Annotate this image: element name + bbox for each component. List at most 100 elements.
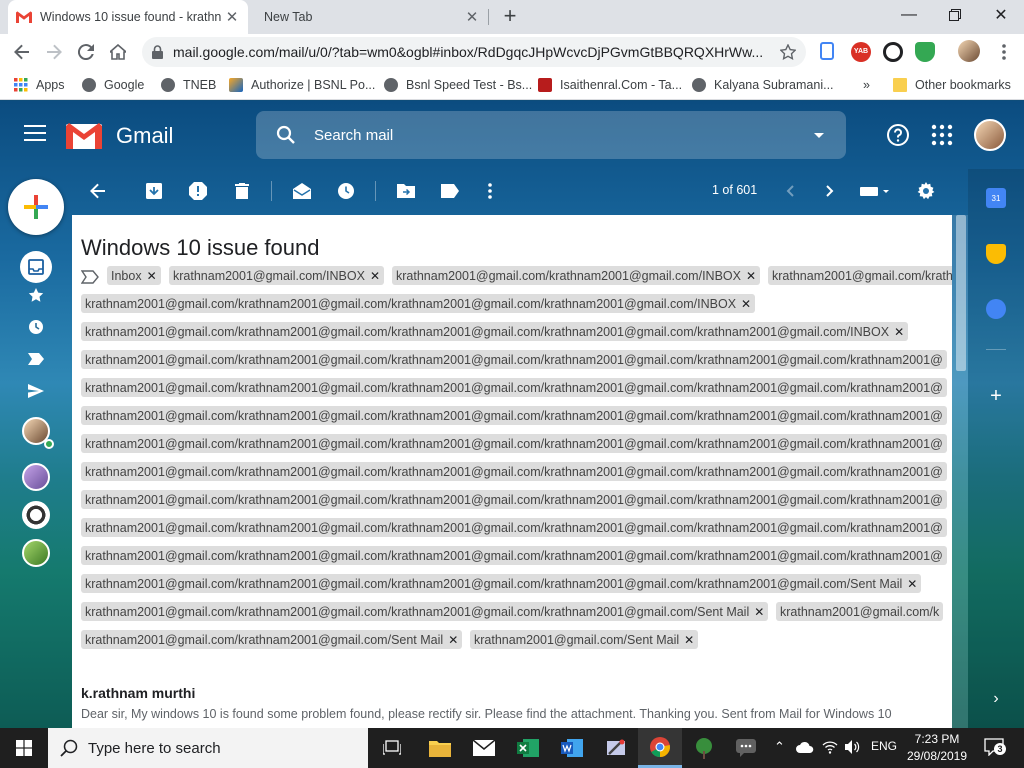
google-apps-icon[interactable] <box>930 123 954 147</box>
action-center-button[interactable]: 3 <box>984 738 1006 757</box>
rail-inbox[interactable] <box>20 251 52 283</box>
snooze-icon[interactable] <box>336 181 356 201</box>
chat-app-icon[interactable] <box>724 728 768 768</box>
gmail-logo-icon[interactable] <box>66 122 102 149</box>
task-view-icon[interactable] <box>370 728 414 768</box>
wifi-icon[interactable] <box>822 740 838 754</box>
label-chip[interactable]: krathnam2001@gmail.com/krathnam2001@gmai… <box>81 322 909 341</box>
other-bookmarks-folder[interactable]: Other bookmarks <box>893 76 1011 94</box>
tab-new-tab[interactable]: New Tab ✕ <box>248 0 488 34</box>
bookmark-google[interactable]: Google <box>82 76 144 94</box>
file-explorer-icon[interactable] <box>418 728 462 768</box>
remove-label-icon[interactable]: ✕ <box>684 633 694 647</box>
rail-sent[interactable] <box>24 379 48 403</box>
rail-snoozed[interactable] <box>24 315 48 339</box>
newer-chevron-left-icon[interactable] <box>780 181 800 201</box>
label-chip[interactable]: krathnam2001@gmail.com/krathnam2001@gmai… <box>81 406 947 425</box>
bookmark-bsnl-speed-test[interactable]: Bsnl Speed Test - Bs... <box>384 76 532 94</box>
scrollbar-thumb[interactable] <box>956 215 966 371</box>
home-icon[interactable] <box>104 38 132 66</box>
remove-label-icon[interactable]: ✕ <box>448 633 458 647</box>
search-icon[interactable] <box>276 125 296 145</box>
restore-icon[interactable] <box>932 0 978 30</box>
compose-button[interactable] <box>8 179 64 235</box>
taskbar-search-input[interactable]: Type here to search <box>88 740 221 757</box>
label-chip[interactable]: krathnam2001@gmail.com/krathnam2001@gmai… <box>81 630 463 649</box>
label-chip[interactable]: krathnam2001@gmail.com/krathnam2001@gmai… <box>81 574 922 593</box>
close-tab-icon[interactable]: ✕ <box>464 8 480 26</box>
forward-icon[interactable] <box>40 38 68 66</box>
main-menu-icon[interactable] <box>24 125 46 146</box>
search-input[interactable]: Search mail <box>314 127 814 144</box>
mark-unread-icon[interactable] <box>292 181 312 201</box>
label-chip[interactable]: krathnam2001@gmail.com/Sent Mail ✕ <box>470 630 699 649</box>
remove-label-icon[interactable]: ✕ <box>370 269 380 283</box>
label-chip[interactable]: krathnam2001@gmail.com/krath <box>768 266 952 285</box>
remove-label-icon[interactable]: ✕ <box>754 605 764 619</box>
labels-icon[interactable] <box>440 181 460 201</box>
tree-app-icon[interactable] <box>682 728 726 768</box>
bookmark-tneb[interactable]: TNEB <box>161 76 216 94</box>
label-chip[interactable]: krathnam2001@gmail.com/krathnam2001@gmai… <box>392 266 761 285</box>
label-chip[interactable]: krathnam2001@gmail.com/krathnam2001@gmai… <box>81 602 769 621</box>
remove-label-icon[interactable]: ✕ <box>894 325 904 339</box>
chrome-menu-icon[interactable] <box>990 38 1018 66</box>
profile-avatar[interactable] <box>958 40 980 62</box>
label-chip[interactable]: krathnam2001@gmail.com/krathnam2001@gmai… <box>81 294 756 313</box>
back-to-inbox-icon[interactable] <box>88 181 108 201</box>
volume-icon[interactable] <box>845 740 861 754</box>
extension-yab-icon[interactable]: YAB <box>851 42 871 62</box>
remove-label-icon[interactable]: ✕ <box>741 297 751 311</box>
excel-icon[interactable] <box>506 728 550 768</box>
search-bar[interactable]: Search mail <box>256 111 846 159</box>
new-tab-button[interactable]: + <box>498 4 522 28</box>
label-chip[interactable]: Inbox ✕ <box>107 266 161 285</box>
address-bar[interactable]: mail.google.com/mail/u/0/?tab=wm0&ogbl#i… <box>142 37 806 67</box>
more-options-icon[interactable] <box>480 181 500 201</box>
tab-gmail[interactable]: Windows 10 issue found - krathn ✕ <box>8 0 248 34</box>
settings-gear-icon[interactable] <box>916 181 936 201</box>
tools-icon[interactable] <box>594 728 638 768</box>
calendar-icon[interactable]: 31 <box>986 188 1006 208</box>
extension-sync-icon[interactable] <box>883 42 903 62</box>
input-tools-keyboard-icon[interactable] <box>858 181 892 201</box>
input-language-indicator[interactable]: ENG <box>871 739 897 753</box>
onedrive-cloud-icon[interactable] <box>796 741 814 753</box>
label-chip[interactable]: krathnam2001@gmail.com/INBOX ✕ <box>169 266 384 285</box>
archive-icon[interactable] <box>144 181 164 201</box>
older-chevron-right-icon[interactable] <box>820 181 840 201</box>
label-chip[interactable]: krathnam2001@gmail.com/krathnam2001@gmai… <box>81 434 947 453</box>
remove-label-icon[interactable]: ✕ <box>907 577 917 591</box>
extension-phone-icon[interactable] <box>820 42 834 60</box>
rail-starred[interactable] <box>24 283 48 307</box>
close-tab-icon[interactable]: ✕ <box>224 8 240 26</box>
importance-marker-icon[interactable] <box>81 270 99 284</box>
bookmark-kalyana[interactable]: Kalyana Subramani... <box>692 76 834 94</box>
keep-icon[interactable] <box>986 244 1006 264</box>
bookmark-bsnl-authorize[interactable]: Authorize | BSNL Po... <box>229 76 375 94</box>
bookmark-isaithenral[interactable]: Isaithenral.Com - Ta... <box>538 76 682 94</box>
move-to-icon[interactable] <box>396 181 416 201</box>
label-chip[interactable]: krathnam2001@gmail.com/k <box>776 602 944 621</box>
account-avatar[interactable] <box>974 119 1006 151</box>
label-chip[interactable]: krathnam2001@gmail.com/krathnam2001@gmai… <box>81 378 947 397</box>
close-window-icon[interactable]: ✕ <box>978 0 1024 30</box>
mail-app-icon[interactable] <box>462 728 506 768</box>
label-chip[interactable]: krathnam2001@gmail.com/krathnam2001@gmai… <box>81 462 947 481</box>
rail-important[interactable] <box>24 347 48 371</box>
system-clock[interactable]: 7:23 PM 29/08/2019 <box>905 731 969 765</box>
back-icon[interactable] <box>8 38 36 66</box>
label-chip[interactable]: krathnam2001@gmail.com/krathnam2001@gmai… <box>81 490 947 509</box>
label-chip[interactable]: krathnam2001@gmail.com/krathnam2001@gmai… <box>81 518 947 537</box>
get-addons-plus-icon[interactable]: + <box>986 386 1006 406</box>
hangouts-avatar-contact-1[interactable] <box>22 463 50 491</box>
search-options-dropdown-icon[interactable] <box>814 132 824 138</box>
hangouts-avatar-contact-3[interactable] <box>22 539 50 567</box>
delete-icon[interactable] <box>232 181 252 201</box>
word-icon[interactable] <box>550 728 594 768</box>
bookmarks-overflow-button[interactable]: » <box>863 76 870 94</box>
expand-panel-chevron-icon[interactable]: › <box>986 689 1006 709</box>
label-chip[interactable]: krathnam2001@gmail.com/krathnam2001@gmai… <box>81 546 947 565</box>
hangouts-avatar-contact-2[interactable] <box>22 501 50 529</box>
bookmark-apps[interactable]: Apps <box>14 76 65 94</box>
